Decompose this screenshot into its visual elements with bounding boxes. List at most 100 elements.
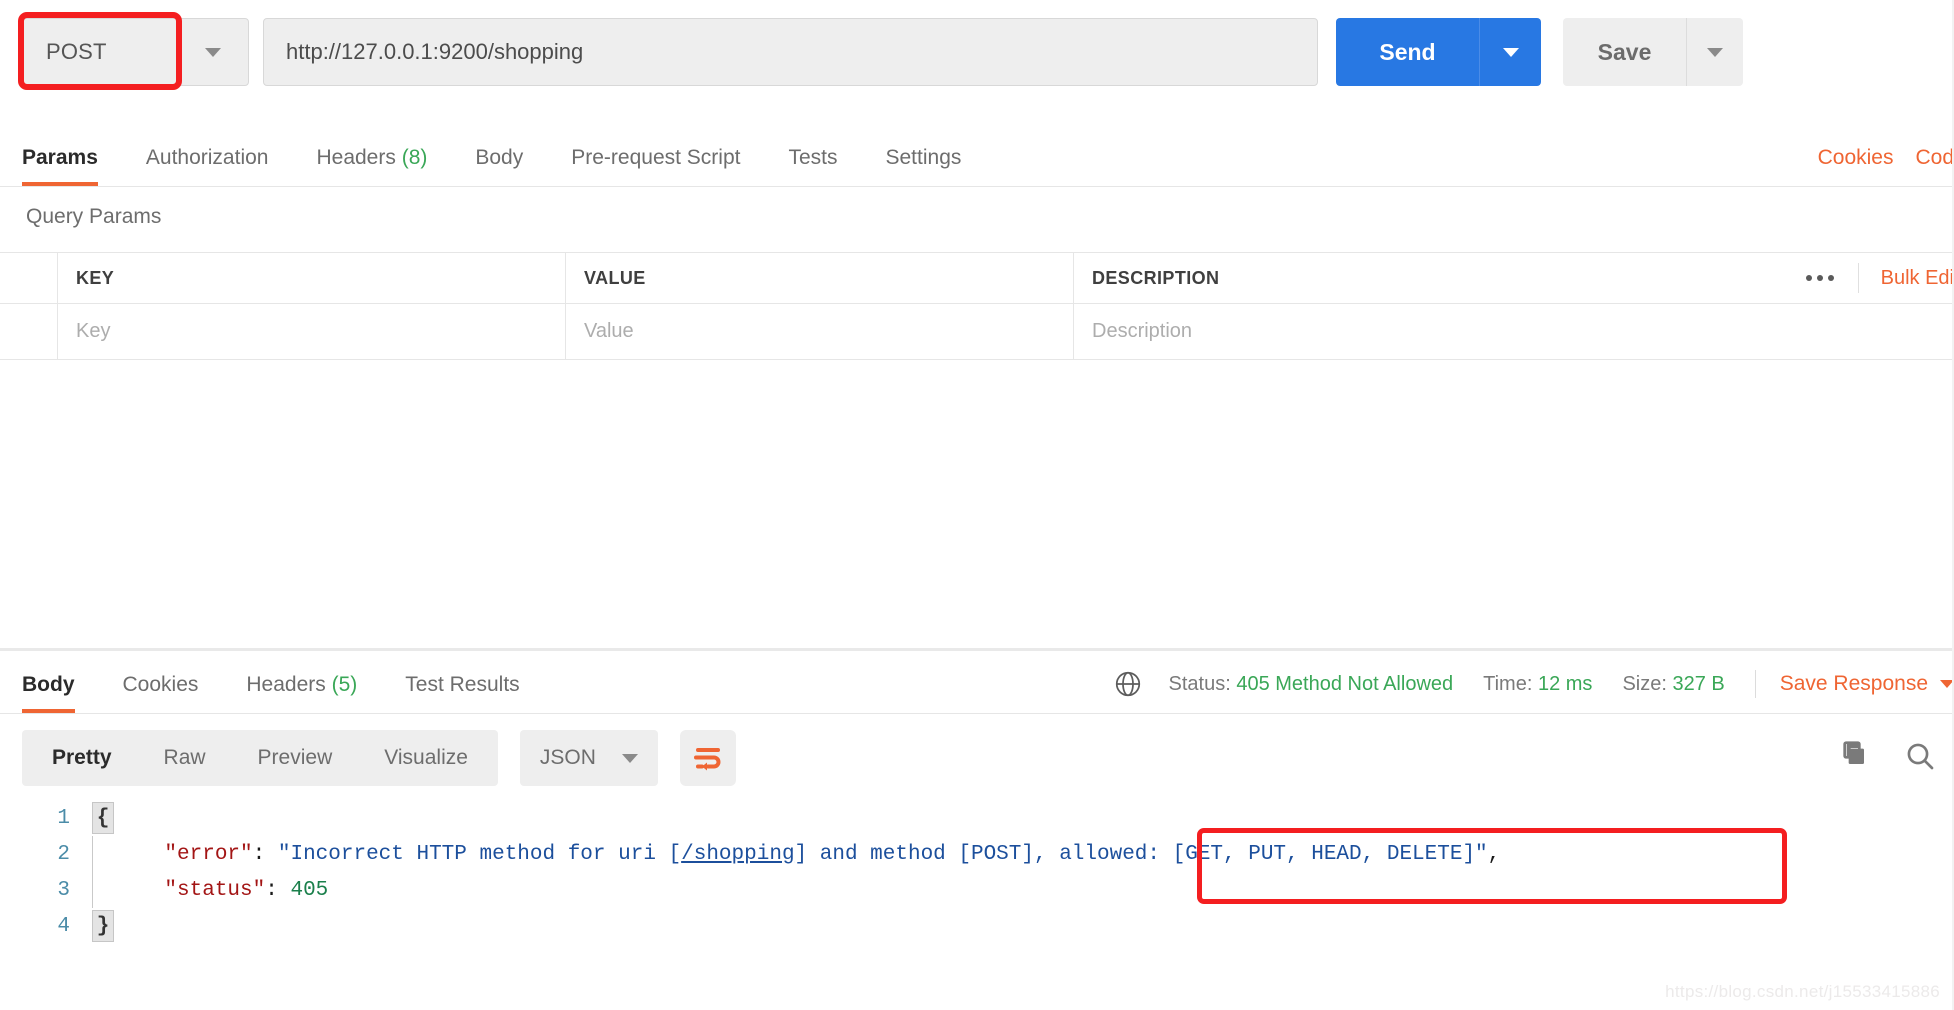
method-value[interactable]: POST	[23, 19, 178, 85]
json-string-part1: "Incorrect HTTP method for uri [	[277, 842, 682, 866]
save-response-label: Save Response	[1779, 672, 1928, 695]
size-label: Size:	[1622, 672, 1667, 695]
fold-marker[interactable]: }	[92, 910, 114, 942]
time-value: 12 ms	[1537, 672, 1593, 695]
line-number: 1	[57, 806, 70, 830]
word-wrap-icon[interactable]	[679, 730, 736, 786]
tab-label: Headers	[246, 673, 326, 696]
status-label: Status:	[1168, 672, 1231, 695]
save-options-button[interactable]	[1687, 18, 1743, 86]
json-string-link[interactable]: /shopping	[681, 843, 794, 866]
response-toolbar-actions	[1836, 740, 1954, 777]
value-input-placeholder: Value	[584, 320, 634, 342]
response-tab-headers[interactable]: Headers (5)	[246, 673, 357, 713]
chevron-down-icon	[1502, 47, 1519, 57]
size-meta: Size: 327 B	[1622, 673, 1724, 696]
watermark: https://blog.csdn.net/j15533415886	[1665, 982, 1940, 1001]
tab-label: Pre-request Script	[571, 146, 741, 169]
tab-badge-count: (8)	[401, 146, 428, 169]
line-number: 3	[57, 878, 70, 902]
response-body-code[interactable]: 1 { 2 "error": "Incorrect HTTP method fo…	[0, 800, 1954, 1010]
time-meta: Time: 12 ms	[1483, 673, 1592, 696]
json-colon: :	[252, 842, 278, 866]
tab-label: Headers	[316, 146, 396, 169]
size-value: 327 B	[1672, 672, 1725, 695]
code-link[interactable]: Cod	[1915, 146, 1954, 170]
row-description-cell[interactable]: Description	[1074, 304, 1954, 359]
line-number: 2	[57, 842, 70, 866]
save-button-group: Save	[1563, 18, 1743, 86]
time-label: Time:	[1483, 672, 1533, 695]
tab-headers[interactable]: Headers (8)	[316, 146, 427, 186]
header-checkbox-cell	[0, 253, 58, 303]
json-comma: ,	[1487, 842, 1501, 866]
send-options-button[interactable]	[1479, 18, 1541, 86]
row-value-cell[interactable]: Value	[566, 304, 1074, 359]
copy-icon[interactable]	[1836, 740, 1868, 777]
view-mode-visualize[interactable]: Visualize	[358, 746, 494, 770]
tab-label: Body	[22, 673, 75, 696]
line-number: 4	[57, 914, 70, 938]
response-tab-test-results[interactable]: Test Results	[405, 673, 519, 713]
code-line: 4 }	[0, 908, 1954, 944]
table-header-tools: Bulk Edi	[1782, 253, 1954, 303]
key-input-placeholder: Key	[76, 320, 111, 342]
header-value-cell: VALUE	[566, 253, 1074, 303]
tab-pre-request-script[interactable]: Pre-request Script	[571, 146, 740, 186]
globe-icon[interactable]	[1113, 669, 1143, 699]
save-button[interactable]: Save	[1563, 18, 1687, 86]
search-icon[interactable]	[1904, 740, 1936, 777]
tab-tests[interactable]: Tests	[788, 146, 837, 186]
response-tab-body[interactable]: Body	[22, 673, 75, 713]
ellipsis-icon[interactable]	[1782, 263, 1859, 293]
query-params-table: KEY VALUE DESCRIPTION Bulk Edi Key Value	[0, 252, 1954, 360]
table-header-row: KEY VALUE DESCRIPTION Bulk Edi	[0, 252, 1954, 304]
table-row: Key Value Description	[0, 304, 1954, 360]
tab-label: Authorization	[145, 146, 269, 169]
header-description-cell: DESCRIPTION Bulk Edi	[1074, 253, 1954, 303]
request-tabs-links: Cookies Cod	[1818, 146, 1954, 186]
cookies-link[interactable]: Cookies	[1818, 146, 1894, 170]
response-tab-cookies[interactable]: Cookies	[123, 673, 199, 713]
view-mode-preview[interactable]: Preview	[232, 746, 359, 770]
response-body-toolbar: Pretty Raw Preview Visualize JSON	[0, 728, 1954, 788]
tab-authorization[interactable]: Authorization	[146, 146, 269, 186]
bulk-edit-link[interactable]: Bulk Edi	[1859, 267, 1954, 290]
save-response-button[interactable]: Save Response	[1780, 672, 1954, 696]
fold-marker[interactable]: {	[92, 802, 114, 834]
row-key-cell[interactable]: Key	[58, 304, 566, 359]
column-header-value: VALUE	[584, 267, 646, 288]
tab-label: Settings	[885, 146, 962, 169]
view-mode-raw[interactable]: Raw	[138, 746, 232, 770]
query-params-title: Query Params	[26, 205, 162, 228]
row-checkbox-cell[interactable]	[0, 304, 58, 359]
chevron-down-icon	[1707, 47, 1723, 57]
tab-label: Test Results	[405, 673, 520, 696]
code-line: 2 "error": "Incorrect HTTP method for ur…	[0, 836, 1954, 872]
json-colon: :	[265, 878, 291, 902]
code-line: 1 {	[0, 800, 1954, 836]
json-number: 405	[290, 878, 329, 902]
url-input[interactable]: http://127.0.0.1:9200/shopping	[263, 18, 1318, 86]
status-value: 405 Method Not Allowed	[1236, 672, 1454, 695]
chevron-down-icon	[621, 753, 638, 763]
tab-label: Params	[22, 146, 98, 169]
tab-badge-count: (5)	[331, 673, 358, 696]
header-key-cell: KEY	[58, 253, 566, 303]
tab-settings[interactable]: Settings	[886, 146, 962, 186]
tab-body[interactable]: Body	[475, 146, 523, 186]
method-dropdown-button[interactable]	[178, 19, 248, 85]
json-key: "error"	[164, 842, 253, 866]
method-selector[interactable]: POST	[22, 18, 249, 86]
response-format-select[interactable]: JSON	[519, 730, 658, 786]
format-value: JSON	[539, 746, 596, 769]
response-tabs: Body Cookies Headers (5) Test Results St…	[0, 651, 1954, 714]
send-button[interactable]: Send	[1336, 18, 1479, 86]
view-mode-pretty[interactable]: Pretty	[26, 746, 138, 770]
fold-guide	[92, 872, 114, 908]
chevron-down-icon	[205, 47, 221, 57]
fold-guide	[92, 836, 114, 872]
tab-params[interactable]: Params	[22, 146, 98, 186]
